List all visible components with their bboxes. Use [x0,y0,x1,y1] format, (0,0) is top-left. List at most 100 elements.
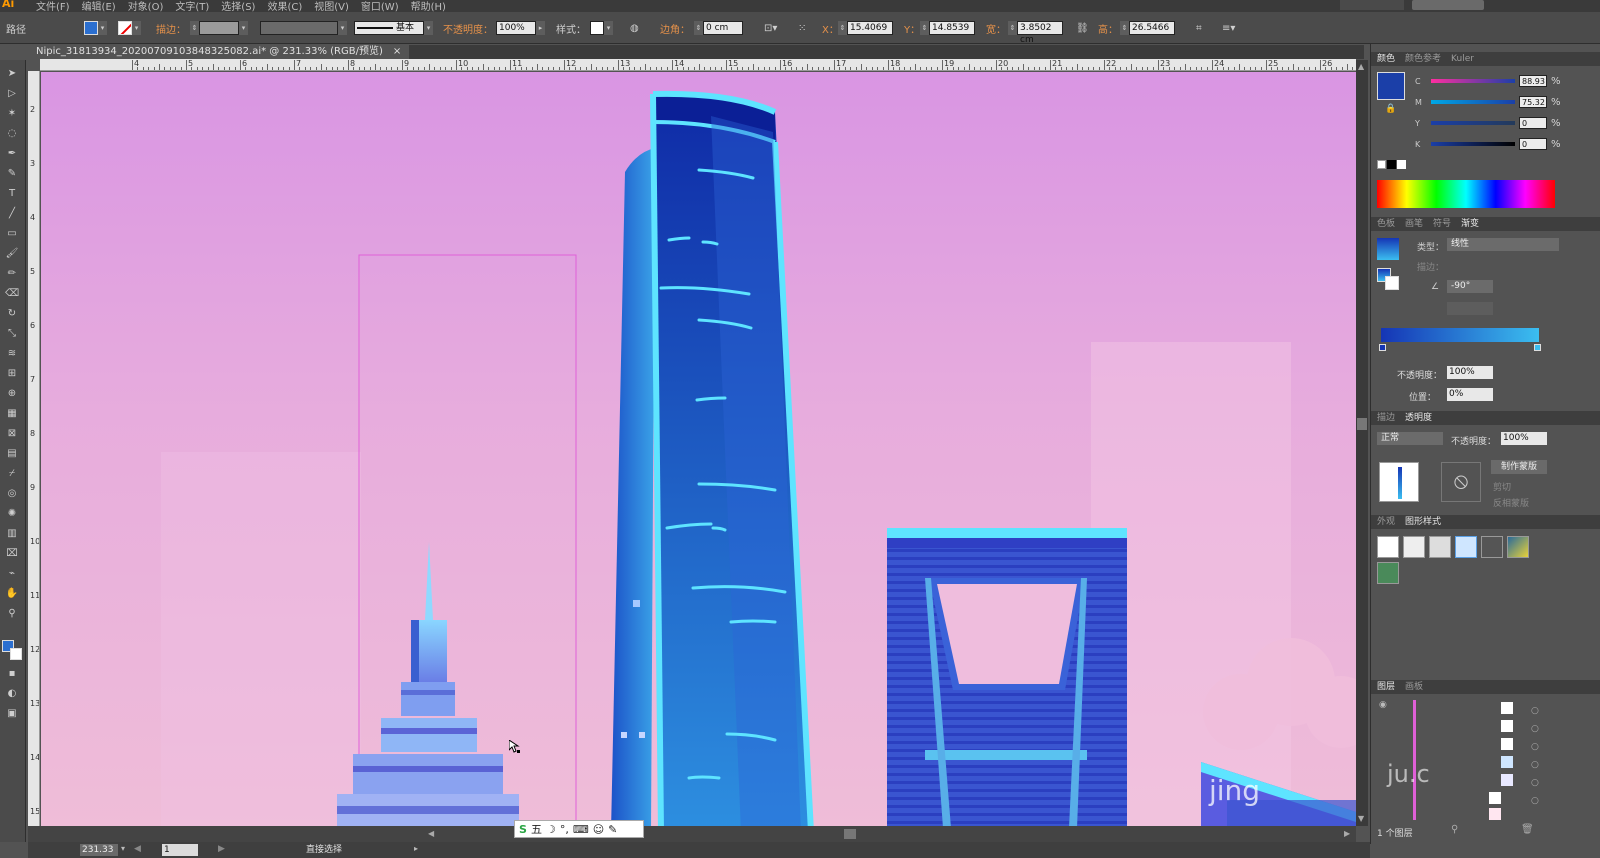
tab-stroke[interactable]: 描边 [1377,411,1395,425]
layer-thumb-5[interactable] [1501,774,1513,786]
prev-artboard-icon[interactable]: ◀ [134,844,141,854]
style-swatch-4[interactable] [1455,536,1477,558]
rotate-tool-icon[interactable]: ↻ [5,308,19,320]
gradient-type-select[interactable]: 线性 [1447,238,1559,251]
gradient-tool-icon[interactable]: ▤ [5,448,19,460]
transform-icon[interactable]: ⊡▾ [764,23,777,34]
gradient-aspect-field[interactable] [1447,302,1493,315]
lasso-tool-icon[interactable]: ◌ [5,128,19,140]
slider-y[interactable]: Y 0 % [1415,116,1600,130]
stroke-swatch[interactable] [118,21,132,35]
layer-thumb-2[interactable] [1501,720,1513,732]
stroke-weight-stepper[interactable]: ⇕ [190,21,199,35]
recolor-icon[interactable]: ◍ [630,23,639,34]
horizontal-scrollbar[interactable]: ◀ ▶ [28,826,1356,842]
blend-mode-select[interactable]: 正常 [1377,432,1443,445]
tab-color[interactable]: 颜色 [1377,52,1395,66]
gradient-angle-field[interactable]: -90° [1447,280,1493,293]
ruler-horizontal[interactable]: 4 5 6 7 8 9 10 11 12 13 14 15 16 17 18 19 20 21 22 23 24 25 26 [40,59,1356,71]
ruler-vertical[interactable]: 2 3 4 5 6 7 8 9 10 11 12 13 14 15 [28,71,40,826]
isolate-icon[interactable]: ⌗ [1196,23,1202,34]
next-artboard-icon[interactable]: ▶ [218,844,225,854]
scale-tool-icon[interactable]: ⤡ [5,328,19,340]
y-stepper[interactable]: ⇕ [920,21,929,35]
stroke-label[interactable]: 描边： [156,21,186,36]
document-tab[interactable]: Nipic_31813934_20200709103848325082.ai* … [28,45,410,59]
vertical-scroll-thumb[interactable] [1357,418,1367,430]
status-menu-icon[interactable]: ▸ [414,844,418,853]
stroke-weight-dropdown[interactable]: ▾ [239,21,248,35]
invert-mask-checkbox[interactable]: 反相蒙版 [1493,496,1529,509]
variable-width-field[interactable] [260,21,338,35]
stroke-dropdown[interactable]: ▾ [132,21,141,35]
blend-tool-icon[interactable]: ◎ [5,488,19,500]
style-swatch-5[interactable] [1481,536,1503,558]
menu-view[interactable]: 视图(V) [314,0,349,12]
scroll-right-icon[interactable]: ▶ [1344,829,1350,838]
search-box[interactable] [1412,0,1484,10]
scroll-up-icon[interactable]: ▲ [1358,62,1364,71]
current-color-swatch[interactable] [1377,72,1405,100]
close-tab-icon[interactable]: × [393,45,401,59]
draw-mode-icon[interactable]: ◐ [5,688,19,700]
menu-file[interactable]: 文件(F) [36,0,70,12]
width-stepper[interactable]: ⇕ [1008,21,1017,35]
brush-profile-dropdown[interactable]: ▾ [424,21,433,35]
lock-icon[interactable]: 🔒 [1385,104,1396,114]
tab-graphic-styles[interactable]: 图形样式 [1405,515,1441,529]
y-field[interactable]: 14.8539 [929,21,975,35]
corner-label[interactable]: 边角： [660,21,690,36]
hand-tool-icon[interactable]: ✋ [5,588,19,600]
fill-stroke-gradient-icon[interactable] [1377,268,1399,290]
pen-tool-icon[interactable]: ✒ [5,148,19,160]
mesh-tool-icon[interactable]: ⊠ [5,428,19,440]
gradient-stop-end[interactable] [1534,344,1541,351]
layer-thumb-6[interactable] [1489,792,1501,804]
vertical-scrollbar[interactable]: ▲ ▼ [1356,60,1368,826]
opacity-label[interactable]: 不透明度： [443,21,493,36]
rectangle-tool-icon[interactable]: ▭ [5,228,19,240]
corner-field[interactable]: 0 cm [703,21,743,35]
tab-layers[interactable]: 图层 [1377,680,1395,694]
gradient-position-field[interactable]: 0% [1447,388,1493,401]
layer-thumb-7[interactable] [1489,808,1501,820]
color-mode-icon[interactable]: ▪ [5,668,19,680]
symbol-sprayer-tool-icon[interactable]: ✺ [5,508,19,520]
layer-thumb-4[interactable] [1501,756,1513,768]
eraser-tool-icon[interactable]: ⌫ [5,288,19,300]
none-swatch-icon[interactable] [1377,160,1386,169]
height-field[interactable]: 26.5466 [1129,21,1175,35]
width-field[interactable]: 3.8502 cm [1017,21,1063,45]
style-swatch-default[interactable] [1377,536,1399,558]
opacity-dropdown[interactable]: ▸ [536,21,545,35]
menu-select[interactable]: 选择(S) [221,0,255,12]
curvature-tool-icon[interactable]: ✎ [5,168,19,180]
variable-width-dropdown[interactable]: ▾ [338,21,347,35]
ime-logo-icon[interactable]: S [519,823,527,836]
line-tool-icon[interactable]: ╱ [5,208,19,220]
ime-mode-label[interactable]: 五 [531,821,542,837]
menu-window[interactable]: 窗口(W) [361,0,399,12]
gradient-ramp[interactable] [1381,328,1539,342]
tab-appearance[interactable]: 外观 [1377,515,1395,529]
scroll-left-icon[interactable]: ◀ [428,829,434,838]
x-stepper[interactable]: ⇕ [838,21,847,35]
object-thumbnail[interactable] [1379,462,1419,502]
warp-tool-icon[interactable]: ≋ [5,348,19,360]
opacity-field[interactable]: 100% [496,21,536,35]
pencil-tool-icon[interactable]: ✏ [5,268,19,280]
delete-layer-icon[interactable]: 🗑 [1521,824,1534,835]
constrain-link-icon[interactable]: ⛓ [1076,23,1089,34]
zoom-tool-icon[interactable]: ⚲ [5,608,19,620]
tab-transparency[interactable]: 透明度 [1405,411,1432,425]
eyedropper-tool-icon[interactable]: ⌿ [5,468,19,480]
main-skyscraper[interactable] [611,90,814,827]
column-graph-tool-icon[interactable]: ▥ [5,528,19,540]
artboard-tool-icon[interactable]: ⌧ [5,548,19,560]
transparency-opacity-field[interactable]: 100% [1501,432,1547,445]
zoom-field[interactable]: 231.33 [80,844,118,856]
direct-selection-tool-icon[interactable]: ▷ [5,88,19,100]
ime-keyboard-icon[interactable]: ⌨ [573,823,589,836]
black-swatch[interactable] [1387,160,1396,169]
slider-m[interactable]: M 75.32 % [1415,95,1600,109]
